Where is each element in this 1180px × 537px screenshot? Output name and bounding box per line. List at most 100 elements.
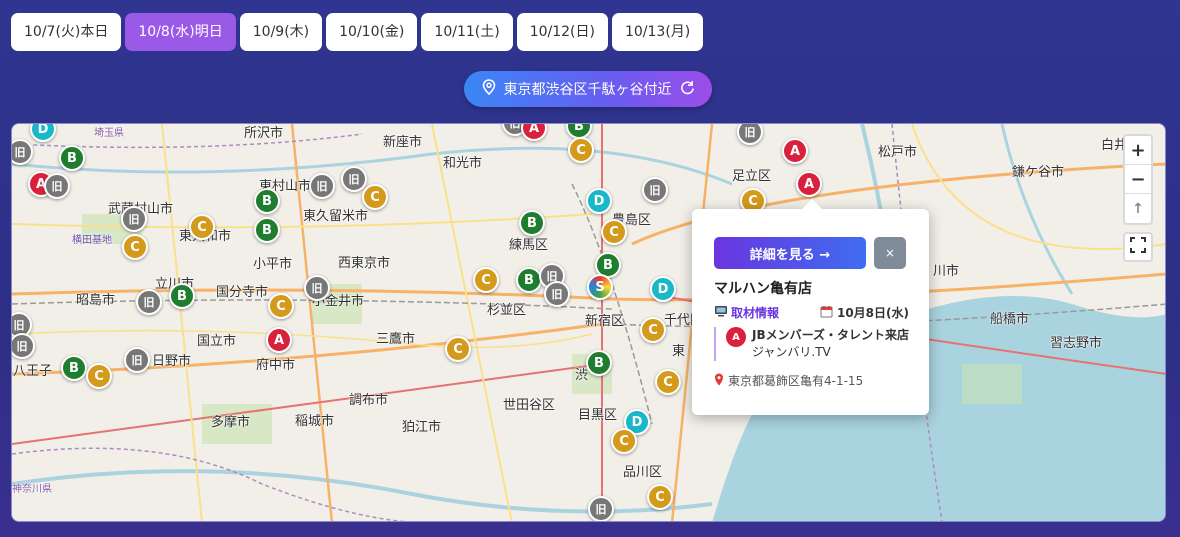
place-label: 西東京市 bbox=[338, 256, 391, 271]
place-label: 川市 bbox=[933, 264, 960, 279]
place-label: 杉並区 bbox=[487, 303, 527, 318]
zoom-in-button[interactable]: + bbox=[1125, 136, 1151, 165]
place-label: 所沢市 bbox=[244, 126, 284, 141]
coverage-tag: 取材情報 bbox=[714, 304, 779, 321]
address-row: 東京都葛飾区亀有4-1-15 bbox=[714, 372, 863, 389]
fullscreen-button[interactable] bbox=[1123, 232, 1153, 262]
zoom-control: + − ↑ bbox=[1123, 134, 1153, 225]
current-location-button[interactable]: 東京都渋谷区千駄ヶ谷付近 bbox=[464, 71, 712, 107]
place-label: 船橋市 bbox=[990, 312, 1030, 327]
place-label: 品川区 bbox=[623, 465, 663, 480]
shop-marker-old[interactable]: 旧 bbox=[44, 173, 70, 199]
compass-reset-button[interactable]: ↑ bbox=[1125, 194, 1151, 223]
place-label: 狛江市 bbox=[402, 420, 442, 435]
location-label: 東京都渋谷区千駄ヶ谷付近 bbox=[503, 82, 672, 98]
place-label: 三鷹市 bbox=[376, 332, 416, 347]
shop-marker-old[interactable]: 旧 bbox=[588, 496, 614, 521]
place-label: 松戸市 bbox=[878, 145, 918, 160]
place-label: 横田基地 bbox=[72, 235, 112, 246]
shop-marker-c[interactable]: C bbox=[445, 336, 471, 362]
place-label: 八王子 bbox=[13, 364, 53, 379]
shop-marker-b[interactable]: B bbox=[519, 210, 545, 236]
shop-marker-c[interactable]: C bbox=[189, 214, 215, 240]
fullscreen-icon bbox=[1129, 236, 1147, 258]
event-title: JBメンバーズ・タレント来店 bbox=[752, 328, 910, 342]
event-item: A JBメンバーズ・タレント来店 ジャンバリ.TV bbox=[714, 327, 909, 361]
place-label: 稲城市 bbox=[295, 414, 335, 429]
close-popup-button[interactable]: × bbox=[874, 237, 906, 269]
shop-name: マルハン亀有店 bbox=[714, 281, 812, 297]
shop-marker-c[interactable]: C bbox=[611, 428, 637, 454]
place-label: 東 bbox=[672, 344, 686, 359]
place-label: 府中市 bbox=[256, 358, 296, 373]
place-label: 和光市 bbox=[443, 156, 483, 171]
shop-marker-c[interactable]: C bbox=[268, 293, 294, 319]
shop-marker-old[interactable]: 旧 bbox=[544, 281, 570, 307]
shop-marker-b[interactable]: B bbox=[59, 145, 85, 171]
place-label: 国立市 bbox=[197, 334, 237, 349]
shop-marker-c[interactable]: C bbox=[655, 369, 681, 395]
shop-marker-b[interactable]: B bbox=[254, 188, 280, 214]
shop-marker-old[interactable]: 旧 bbox=[309, 173, 335, 199]
shop-marker-old[interactable]: 旧 bbox=[121, 206, 147, 232]
shop-marker-b[interactable]: B bbox=[586, 350, 612, 376]
zoom-out-button[interactable]: − bbox=[1125, 165, 1151, 194]
shop-marker-c[interactable]: C bbox=[647, 484, 673, 510]
shop-marker-s[interactable]: S bbox=[587, 274, 613, 300]
shop-marker-b[interactable]: B bbox=[61, 355, 87, 381]
place-label: 目黒区 bbox=[578, 408, 618, 423]
event-text: JBメンバーズ・タレント来店 ジャンバリ.TV bbox=[752, 327, 909, 361]
place-label: 習志野市 bbox=[1050, 336, 1103, 351]
place-label: 小平市 bbox=[253, 257, 293, 272]
place-label: 新宿区 bbox=[585, 314, 625, 329]
shop-marker-c[interactable]: C bbox=[640, 317, 666, 343]
event-subtitle: ジャンバリ.TV bbox=[752, 345, 831, 359]
shop-marker-old[interactable]: 旧 bbox=[642, 177, 668, 203]
view-details-button[interactable]: 詳細を見る → bbox=[714, 237, 866, 269]
date-label: 10月8日(水) bbox=[836, 306, 909, 320]
date-tab-oct11[interactable]: 10/11(土) bbox=[421, 13, 513, 51]
shop-marker-d[interactable]: D bbox=[586, 188, 612, 214]
date-tab-oct8[interactable]: 10/8(水)明日 bbox=[125, 13, 236, 51]
place-label: 鎌ケ谷市 bbox=[1012, 165, 1065, 180]
place-label: 国分寺市 bbox=[216, 285, 269, 300]
shop-marker-b[interactable]: B bbox=[516, 267, 542, 293]
shop-marker-b[interactable]: B bbox=[169, 283, 195, 309]
shop-marker-d[interactable]: D bbox=[650, 276, 676, 302]
shop-marker-c[interactable]: C bbox=[86, 363, 112, 389]
event-rank-badge: A bbox=[726, 327, 746, 347]
shop-marker-a[interactable]: A bbox=[782, 138, 808, 164]
coverage-label: 取材情報 bbox=[731, 306, 780, 320]
shop-marker-c[interactable]: C bbox=[362, 184, 388, 210]
shop-marker-a[interactable]: A bbox=[266, 327, 292, 353]
shop-marker-c[interactable]: C bbox=[601, 219, 627, 245]
place-label: 神奈川県 bbox=[12, 484, 52, 495]
date-tab-oct7[interactable]: 10/7(火)本日 bbox=[11, 13, 122, 51]
place-label: 日野市 bbox=[152, 354, 192, 369]
date-tab-oct9[interactable]: 10/9(木) bbox=[239, 13, 323, 51]
place-label: 昭島市 bbox=[76, 293, 116, 308]
place-label: 足立区 bbox=[732, 169, 772, 184]
shop-marker-old[interactable]: 旧 bbox=[304, 275, 330, 301]
shop-marker-b[interactable]: B bbox=[254, 217, 280, 243]
shop-marker-c[interactable]: C bbox=[568, 137, 594, 163]
map-container[interactable]: 所沢市 新座市 和光市 東村山市 東久留米市 武蔵村山市 東大和市 小平市 西東… bbox=[11, 123, 1166, 522]
date-tab-oct13[interactable]: 10/13(月) bbox=[611, 13, 704, 51]
tv-icon bbox=[714, 305, 728, 320]
refresh-icon bbox=[680, 80, 695, 99]
shop-marker-old[interactable]: 旧 bbox=[124, 347, 150, 373]
place-label: 調布市 bbox=[349, 393, 389, 408]
shop-marker-c[interactable]: C bbox=[473, 267, 499, 293]
place-label: 多摩市 bbox=[211, 415, 251, 430]
shop-popup: 詳細を見る → × マルハン亀有店 取材情報 10月8日(水) A JBメンバー… bbox=[692, 199, 929, 415]
map-pin-icon bbox=[714, 373, 724, 389]
place-label: 世田谷区 bbox=[503, 398, 556, 413]
place-label: 新座市 bbox=[383, 135, 423, 150]
place-label: 東久留米市 bbox=[303, 209, 369, 224]
date-tab-oct12[interactable]: 10/12(日) bbox=[516, 13, 608, 51]
shop-marker-old[interactable]: 旧 bbox=[136, 289, 162, 315]
shop-marker-old[interactable]: 旧 bbox=[341, 166, 367, 192]
shop-marker-c[interactable]: C bbox=[122, 234, 148, 260]
shop-marker-a[interactable]: A bbox=[796, 171, 822, 197]
date-tab-oct10[interactable]: 10/10(金) bbox=[326, 13, 418, 51]
